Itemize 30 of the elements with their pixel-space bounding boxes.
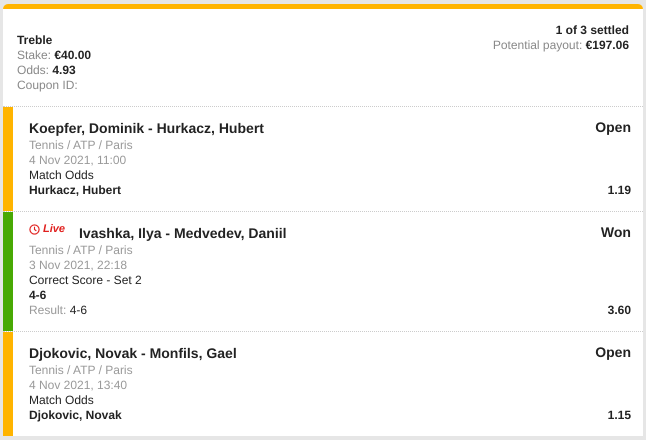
settled-count: 1 of 3 settled xyxy=(556,23,629,38)
payout-text: Potential payout: €197.06 xyxy=(492,38,629,53)
event-date: 4 Nov 2021, 11:00 xyxy=(29,153,128,168)
selection-pick: Djokovic, Novak xyxy=(29,408,123,423)
event-date: 4 Nov 2021, 13:40 xyxy=(29,378,128,393)
event-name: Ivashka, Ilya - Medvedev, Daniil xyxy=(79,225,287,241)
market-name: Correct Score - Set 2 xyxy=(29,273,143,288)
selection-odds: 3.60 xyxy=(608,303,631,318)
selection-odds: 1.19 xyxy=(608,183,631,198)
market-name: Match Odds xyxy=(29,393,95,408)
event-name: Koepfer, Dominik - Hurkacz, Hubert xyxy=(29,120,264,136)
stake-text: Stake: €40.00 xyxy=(17,48,92,63)
event-category: Tennis / ATP / Paris xyxy=(29,363,134,378)
clock-icon xyxy=(29,224,40,234)
bet-type: Treble xyxy=(17,33,54,48)
event-name: Djokovic, Novak - Monfils, Gael xyxy=(29,345,237,361)
live-label: Live xyxy=(29,221,66,237)
event-category: Tennis / ATP / Paris xyxy=(29,243,134,258)
event-date: 3 Nov 2021, 22:18 xyxy=(29,258,128,273)
status-label: Won xyxy=(600,225,631,240)
market-name: Match Odds xyxy=(29,168,95,183)
result-text: Result: 4-6 xyxy=(29,303,88,318)
odds-text: Odds: 4.93 xyxy=(17,63,77,78)
status-label: Open xyxy=(595,345,631,360)
event-category: Tennis / ATP / Paris xyxy=(29,138,134,153)
selection-pick: Hurkacz, Hubert xyxy=(29,183,122,198)
selection-pick: 4-6 xyxy=(29,288,48,303)
status-label: Open xyxy=(595,120,631,135)
selection-odds: 1.15 xyxy=(608,408,631,423)
coupon-id-label: Coupon ID: xyxy=(17,78,79,93)
